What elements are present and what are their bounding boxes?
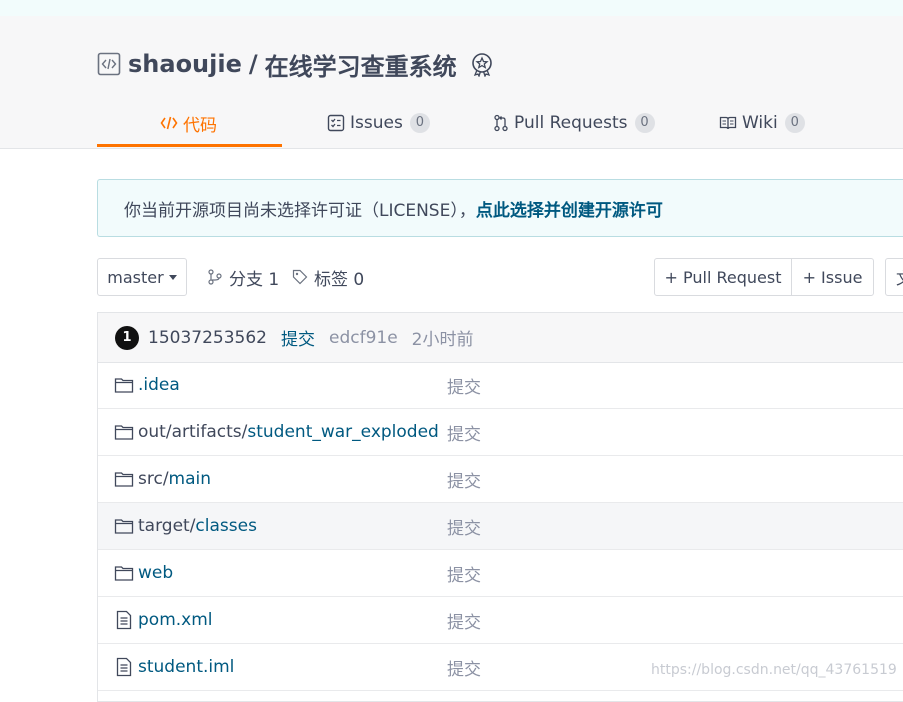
- avatar[interactable]: 1: [115, 325, 139, 350]
- issues-icon: [327, 114, 345, 132]
- commit-sha[interactable]: edcf91e: [329, 328, 398, 348]
- file-list: 1 15037253562 提交 edcf91e 2小时前 .idea 提交 o…: [97, 312, 903, 702]
- file-path-prefix: src/: [138, 469, 169, 489]
- file-name[interactable]: main: [169, 469, 211, 489]
- new-issue-button[interactable]: + Issue: [791, 258, 874, 296]
- file-name[interactable]: student.iml: [138, 657, 234, 677]
- file-commit-message[interactable]: 提交: [447, 373, 481, 398]
- repo-title: shaoujie / 在线学习查重系统: [97, 44, 495, 84]
- tab-issues-label: Issues: [350, 113, 403, 133]
- list-item[interactable]: pom.xml 提交: [98, 597, 903, 644]
- file-icon: [116, 657, 132, 677]
- repo-header: shaoujie / 在线学习查重系统 代码 Issues 0 Pull Req…: [0, 16, 903, 149]
- commit-author[interactable]: 15037253562: [148, 328, 267, 348]
- pull-request-icon: [494, 114, 508, 132]
- new-pull-request-button[interactable]: + Pull Request: [654, 258, 792, 296]
- list-item[interactable]: web 提交: [98, 550, 903, 597]
- list-item[interactable]: out/artifacts/student_war_exploded 提交: [98, 409, 903, 456]
- branches-label: 分支 1: [229, 269, 280, 290]
- file-name[interactable]: web: [138, 563, 173, 583]
- tab-wiki[interactable]: Wiki 0: [719, 100, 805, 146]
- tab-issues[interactable]: Issues 0: [327, 100, 430, 146]
- issues-count-badge: 0: [409, 113, 430, 133]
- code-icon: [160, 116, 178, 130]
- file-commit-message[interactable]: 提交: [447, 467, 481, 492]
- file-commit-message[interactable]: 提交: [447, 655, 481, 680]
- file-path-prefix: target/: [138, 516, 196, 536]
- folder-icon: [114, 378, 134, 393]
- pull-requests-count-badge: 0: [634, 113, 655, 133]
- tab-pull-requests[interactable]: Pull Requests 0: [493, 100, 655, 146]
- repo-owner[interactable]: shaoujie: [128, 50, 242, 78]
- wiki-icon: [719, 116, 737, 130]
- folder-icon: [114, 472, 134, 487]
- chevron-down-icon: [168, 274, 177, 280]
- branches-link[interactable]: 分支 1: [207, 258, 279, 296]
- file-icon: [116, 610, 132, 630]
- watermark: https://blog.csdn.net/qq_43761519: [651, 662, 897, 678]
- list-item[interactable]: src/main 提交: [98, 456, 903, 503]
- branch-name: master: [107, 267, 164, 287]
- tab-pull-requests-label: Pull Requests: [514, 113, 628, 133]
- list-item[interactable]: .idea 提交: [98, 362, 903, 409]
- license-notice: 你当前开源项目尚未选择许可证（LICENSE）， 点此选择并创建开源许可: [97, 179, 903, 237]
- repo-name[interactable]: 在线学习查重系统: [265, 47, 457, 82]
- commit-message[interactable]: 提交: [281, 325, 315, 350]
- top-strip: [0, 0, 903, 16]
- tags-link[interactable]: 标签 0: [292, 258, 364, 296]
- file-commit-message[interactable]: 提交: [447, 514, 481, 539]
- award-icon[interactable]: [469, 51, 495, 77]
- branch-selector[interactable]: master: [97, 258, 187, 296]
- active-tab-underline: [97, 144, 282, 147]
- latest-commit-bar: 1 15037253562 提交 edcf91e 2小时前: [98, 313, 903, 363]
- file-name[interactable]: .idea: [138, 375, 180, 395]
- file-name[interactable]: student_war_exploded: [247, 422, 438, 442]
- file-path-prefix: out/artifacts/: [138, 422, 248, 442]
- create-license-link[interactable]: 点此选择并创建开源许可: [476, 196, 663, 221]
- folder-icon: [114, 425, 134, 440]
- file-name[interactable]: classes: [195, 516, 257, 536]
- file-commit-message[interactable]: 提交: [447, 608, 481, 633]
- folder-icon: [114, 566, 134, 581]
- folder-icon: [114, 519, 134, 534]
- code-repo-icon: [97, 52, 121, 76]
- license-notice-text: 你当前开源项目尚未选择许可证（LICENSE），: [124, 200, 476, 221]
- extra-action-button[interactable]: 文: [885, 258, 903, 296]
- commit-time: 2小时前: [411, 330, 474, 350]
- file-commit-message[interactable]: 提交: [447, 561, 481, 586]
- tag-icon: [292, 269, 308, 285]
- repo-separator: /: [248, 50, 258, 78]
- file-commit-message[interactable]: 提交: [447, 420, 481, 445]
- list-item[interactable]: target/classes 提交: [98, 503, 903, 550]
- tab-code-label: 代码: [183, 115, 217, 136]
- tags-label: 标签 0: [314, 269, 365, 290]
- branch-icon: [208, 269, 222, 285]
- tab-wiki-label: Wiki: [742, 113, 778, 133]
- file-name[interactable]: pom.xml: [138, 610, 213, 630]
- tab-code[interactable]: 代码: [160, 100, 217, 146]
- wiki-count-badge: 0: [784, 113, 805, 133]
